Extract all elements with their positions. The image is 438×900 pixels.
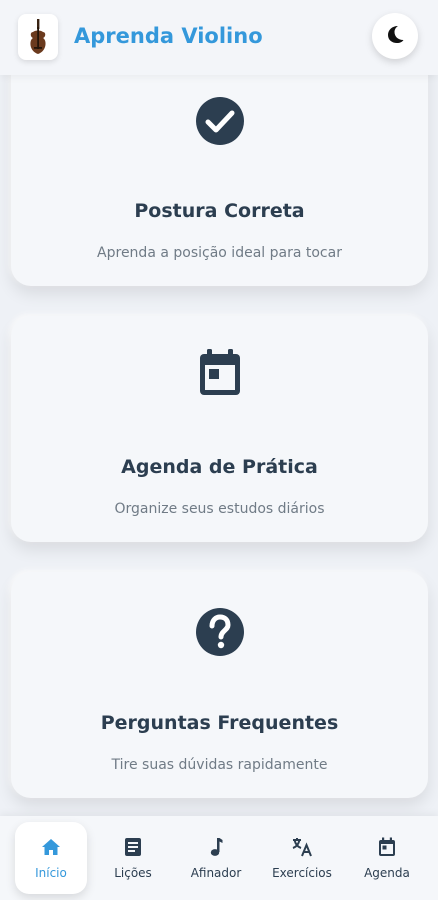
question-circle-icon xyxy=(194,606,246,658)
nav-item-exercicios[interactable]: Exercícios xyxy=(266,822,338,894)
nav-item-afinador[interactable]: Afinador xyxy=(180,822,252,894)
home-icon xyxy=(41,836,61,858)
card-title: Postura Correta xyxy=(134,200,305,222)
card-title: Perguntas Frequentes xyxy=(100,712,339,734)
card-description: Organize seus estudos diários xyxy=(114,501,325,517)
music-note-icon xyxy=(209,836,223,858)
card-description: Tire suas dúvidas rapidamente xyxy=(111,757,328,773)
nav-item-inicio[interactable]: Início xyxy=(15,822,87,894)
card-agenda-de-pratica[interactable]: Agenda de Prática Organize seus estudos … xyxy=(11,316,428,542)
book-icon xyxy=(124,836,142,858)
violin-icon xyxy=(18,14,58,60)
nav-label: Lições xyxy=(114,866,152,880)
app-header: Aprenda Violino xyxy=(0,0,438,75)
nav-label: Agenda xyxy=(364,866,410,880)
card-postura-correta[interactable]: Postura Correta Aprenda a posição ideal … xyxy=(11,40,428,286)
card-perguntas-frequentes[interactable]: Perguntas Frequentes Tire suas dúvidas r… xyxy=(11,572,428,798)
theme-toggle-button[interactable] xyxy=(372,13,418,59)
check-circle-icon xyxy=(194,95,246,147)
card-description: Aprenda a posição ideal para tocar xyxy=(97,245,342,261)
nav-item-agenda[interactable]: Agenda xyxy=(351,822,423,894)
app-title: Aprenda Violino xyxy=(74,24,263,48)
card-title: Agenda de Prática xyxy=(121,456,318,478)
translate-icon xyxy=(291,836,313,858)
calendar-icon xyxy=(378,836,396,858)
calendar-icon xyxy=(194,346,246,398)
moon-icon xyxy=(385,24,405,48)
nav-label: Início xyxy=(35,866,67,880)
nav-label: Afinador xyxy=(190,866,242,880)
nav-item-licoes[interactable]: Lições xyxy=(97,822,169,894)
nav-label: Exercícios xyxy=(272,866,332,880)
bottom-navigation: Início Lições Afinador Exercícios Agenda xyxy=(0,816,438,900)
